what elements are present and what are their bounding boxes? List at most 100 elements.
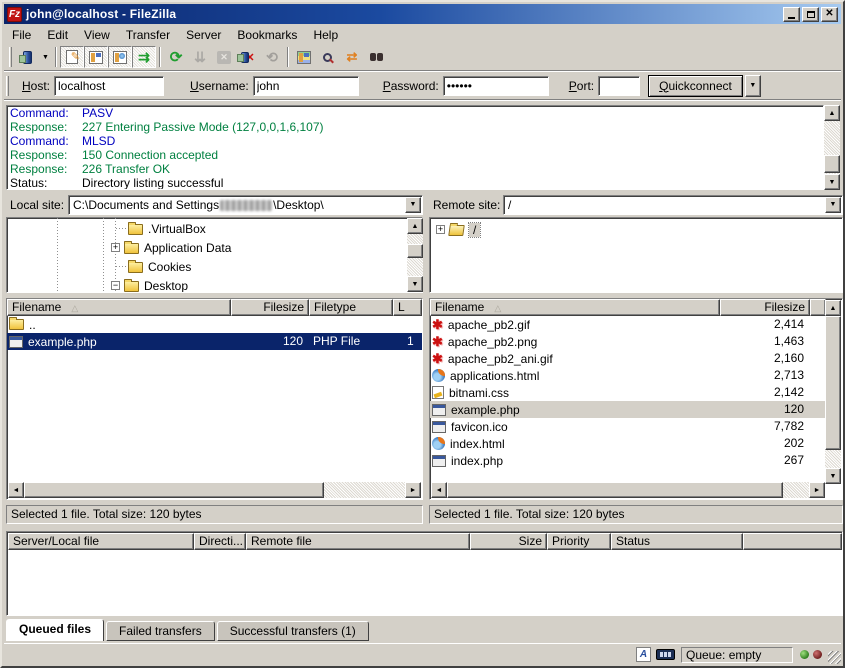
- local-list-hscrollbar[interactable]: ◄ ►: [8, 482, 421, 498]
- filename-cell: example.php: [451, 403, 520, 417]
- file-row[interactable]: index.html 202: [430, 435, 826, 452]
- file-row[interactable]: ✱ apache_pb2.png 1,463: [430, 333, 826, 350]
- queue-column-direction[interactable]: Directi...: [194, 533, 246, 550]
- html-file-icon: [432, 369, 445, 382]
- toggle-local-tree-button[interactable]: [84, 46, 108, 68]
- tree-item-root[interactable]: + /: [436, 220, 480, 239]
- scroll-down-icon[interactable]: ▼: [407, 276, 423, 292]
- scroll-up-icon[interactable]: ▲: [407, 218, 423, 234]
- menu-view[interactable]: View: [76, 26, 118, 44]
- menu-help[interactable]: Help: [305, 26, 346, 44]
- file-row-example-php[interactable]: example.php 120 PHP File 1: [7, 333, 422, 350]
- column-header-filesize[interactable]: Filesize: [231, 299, 309, 316]
- scroll-up-icon[interactable]: ▲: [824, 105, 840, 121]
- scroll-down-icon[interactable]: ▼: [825, 468, 841, 484]
- quickconnect-grip[interactable]: [6, 76, 9, 96]
- resize-grip[interactable]: [828, 651, 841, 664]
- toggle-remote-tree-button[interactable]: [108, 46, 132, 68]
- collapse-minus-icon[interactable]: −: [111, 281, 120, 290]
- quickconnect-button[interactable]: Quickconnect: [648, 75, 743, 97]
- file-row-example-php[interactable]: example.php 120: [430, 401, 826, 418]
- queue-column-server-local-file[interactable]: Server/Local file: [8, 533, 194, 550]
- file-row[interactable]: ✱ apache_pb2_ani.gif 2,160: [430, 350, 826, 367]
- scroll-left-icon[interactable]: ◄: [431, 482, 447, 498]
- filter-icon: [297, 51, 311, 64]
- queue-column-status[interactable]: Status: [611, 533, 743, 550]
- column-header-filetype[interactable]: Filetype: [309, 299, 393, 316]
- maximize-button[interactable]: [802, 7, 819, 22]
- tree-item-desktop[interactable]: − Desktop: [111, 276, 188, 293]
- scrollbar-thumb[interactable]: [407, 244, 423, 258]
- find-files-button[interactable]: [364, 46, 388, 68]
- directory-comparison-button[interactable]: [316, 46, 340, 68]
- cancel-operation-button[interactable]: ✕: [212, 46, 236, 68]
- minimize-button[interactable]: [783, 7, 800, 22]
- tab-failed-transfers[interactable]: Failed transfers: [106, 621, 215, 641]
- scrollbar-thumb[interactable]: [447, 482, 783, 498]
- username-input[interactable]: [253, 76, 359, 96]
- port-input[interactable]: [598, 76, 640, 96]
- disconnect-button[interactable]: ✕: [236, 46, 260, 68]
- host-input[interactable]: [54, 76, 164, 96]
- remote-site-combo[interactable]: / ▼: [503, 195, 843, 215]
- column-header-filename[interactable]: Filename△: [7, 299, 231, 316]
- quickconnect-dropdown[interactable]: ▼: [745, 75, 761, 97]
- file-row[interactable]: favicon.ico 7,782: [430, 418, 826, 435]
- queue-column-size[interactable]: Size: [470, 533, 547, 550]
- close-button[interactable]: ✕: [821, 7, 838, 22]
- column-header-filesize[interactable]: Filesize: [720, 299, 810, 316]
- status-bar: A Queue: empty: [4, 643, 841, 664]
- file-row[interactable]: applications.html 2,713: [430, 367, 826, 384]
- local-tree-scrollbar[interactable]: ▲ ▼: [407, 218, 423, 292]
- tab-successful-transfers[interactable]: Successful transfers (1): [217, 621, 369, 641]
- scroll-left-icon[interactable]: ◄: [8, 482, 24, 498]
- scroll-right-icon[interactable]: ►: [405, 482, 421, 498]
- password-input[interactable]: [443, 76, 549, 96]
- menu-server[interactable]: Server: [178, 26, 229, 44]
- local-site-combo[interactable]: C:\Documents and Settings\Desktop\ ▼: [68, 195, 423, 215]
- log-scrollbar[interactable]: ▲ ▼: [824, 105, 840, 190]
- site-manager-button[interactable]: [15, 46, 39, 68]
- filter-button[interactable]: [292, 46, 316, 68]
- queue-column-priority[interactable]: Priority: [547, 533, 611, 550]
- toolbar-grip[interactable]: [9, 47, 12, 67]
- refresh-button[interactable]: ⟳: [164, 46, 188, 68]
- site-manager-dropdown[interactable]: ▼: [39, 46, 52, 68]
- menu-bookmarks[interactable]: Bookmarks: [229, 26, 305, 44]
- remote-list-vscrollbar[interactable]: ▲ ▼: [825, 300, 841, 484]
- menu-file[interactable]: File: [4, 26, 39, 44]
- scroll-up-icon[interactable]: ▲: [825, 300, 841, 316]
- binoculars-icon: [370, 53, 383, 61]
- filesize-cell: 267: [720, 452, 804, 469]
- php-file-icon: [432, 455, 446, 467]
- toggle-queue-button[interactable]: ⇉: [132, 46, 156, 68]
- queue-column-remote-file[interactable]: Remote file: [246, 533, 470, 550]
- column-header-filename[interactable]: Filename△: [430, 299, 720, 316]
- combo-dropdown-icon[interactable]: ▼: [405, 197, 421, 213]
- file-row-parent-dir[interactable]: ..: [7, 316, 422, 333]
- speed-limit-icon[interactable]: [656, 649, 675, 660]
- menu-edit[interactable]: Edit: [39, 26, 76, 44]
- expand-plus-icon[interactable]: +: [111, 243, 120, 252]
- tab-queued-files[interactable]: Queued files: [6, 619, 104, 641]
- scrollbar-thumb[interactable]: [824, 155, 840, 173]
- file-row[interactable]: ✱ apache_pb2.gif 2,414: [430, 316, 826, 333]
- scroll-down-icon[interactable]: ▼: [824, 174, 840, 190]
- menu-transfer[interactable]: Transfer: [118, 26, 178, 44]
- synchronized-browsing-button[interactable]: ⇄: [340, 46, 364, 68]
- remote-list-hscrollbar[interactable]: ◄ ►: [431, 482, 825, 498]
- scrollbar-thumb[interactable]: [24, 482, 324, 498]
- file-row[interactable]: bitnami.css 2,142: [430, 384, 826, 401]
- file-row[interactable]: index.php 267: [430, 452, 826, 469]
- expand-plus-icon[interactable]: +: [436, 225, 445, 234]
- toggle-message-log-button[interactable]: ✎: [60, 46, 84, 68]
- tree-item-application-data[interactable]: + Application Data: [111, 238, 231, 257]
- column-header-lastmodified[interactable]: L: [393, 299, 422, 316]
- tree-item-virtualbox[interactable]: .VirtualBox: [116, 219, 206, 238]
- scrollbar-thumb[interactable]: [825, 316, 841, 450]
- scroll-right-icon[interactable]: ►: [809, 482, 825, 498]
- tree-item-cookies[interactable]: Cookies: [116, 257, 191, 276]
- reconnect-button[interactable]: ⟲: [260, 46, 284, 68]
- combo-dropdown-icon[interactable]: ▼: [825, 197, 841, 213]
- process-queue-button[interactable]: ⇊: [188, 46, 212, 68]
